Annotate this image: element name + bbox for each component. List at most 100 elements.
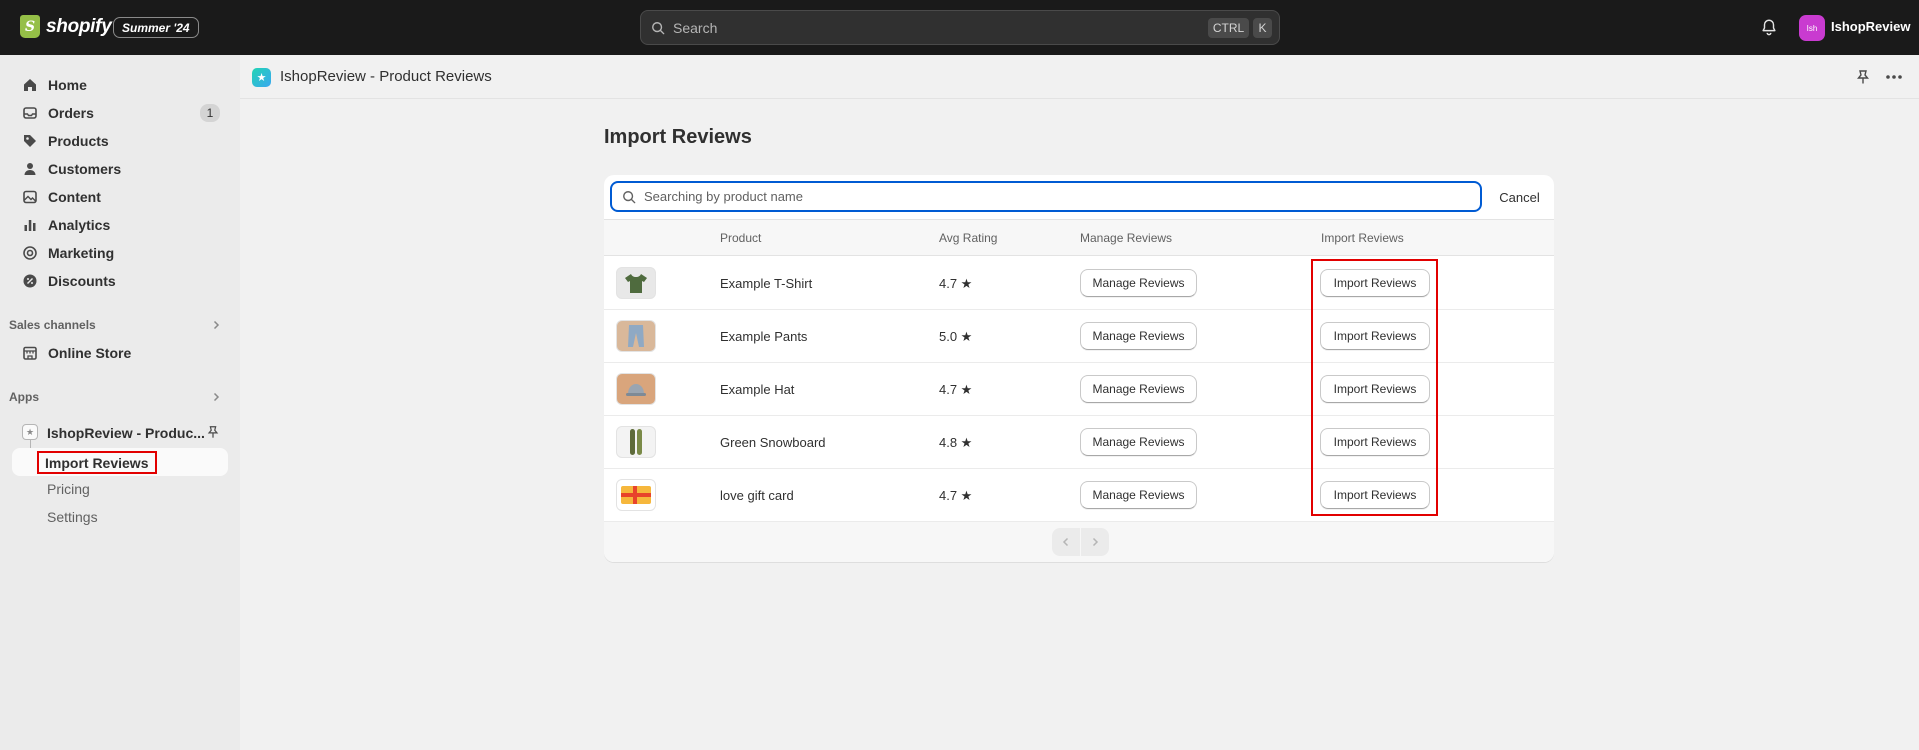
sidebar-item-label: Customers xyxy=(48,161,122,177)
import-reviews-button[interactable]: Import Reviews xyxy=(1320,322,1430,350)
app-title: IshopReview - Product Reviews xyxy=(280,68,492,85)
sidebar-item-analytics[interactable]: Analytics xyxy=(12,211,228,239)
sidebar: Home Orders 1 Products Customers Content… xyxy=(0,55,240,750)
page-title: Import Reviews xyxy=(604,126,752,148)
sidebar-item-marketing[interactable]: Marketing xyxy=(12,239,228,267)
content-icon xyxy=(20,187,40,207)
store-icon xyxy=(20,343,40,363)
avg-rating: 4.7 ★ xyxy=(939,276,973,291)
sidebar-subitem-import-reviews-label[interactable]: Import Reviews xyxy=(37,451,157,474)
sales-channels-heading[interactable]: Sales channels xyxy=(9,318,96,332)
sidebar-item-label: Marketing xyxy=(48,245,115,261)
product-name[interactable]: Example T-Shirt xyxy=(720,276,812,291)
pagination-next-button[interactable] xyxy=(1081,528,1109,556)
pin-icon[interactable] xyxy=(206,425,220,439)
chevron-right-icon[interactable] xyxy=(210,391,222,403)
manage-reviews-button[interactable]: Manage Reviews xyxy=(1080,428,1197,456)
sidebar-item-products[interactable]: Products xyxy=(12,127,228,155)
table-row: Example T-Shirt 4.7 ★ Manage Reviews Imp… xyxy=(604,257,1554,310)
product-name[interactable]: love gift card xyxy=(720,488,794,503)
pagination-prev-button[interactable] xyxy=(1052,528,1080,556)
column-header-product: Product xyxy=(720,231,762,245)
search-placeholder: Searching by product name xyxy=(644,189,803,204)
sidebar-subitem-settings[interactable]: Settings xyxy=(47,509,98,525)
more-icon[interactable] xyxy=(1884,68,1904,86)
product-name[interactable]: Green Snowboard xyxy=(720,435,826,450)
sidebar-item-customers[interactable]: Customers xyxy=(12,155,228,183)
tag-icon xyxy=(20,131,40,151)
table-row: Example Pants 5.0 ★ Manage Reviews Impor… xyxy=(604,310,1554,363)
avg-rating: 4.7 ★ xyxy=(939,382,973,397)
manage-reviews-button[interactable]: Manage Reviews xyxy=(1080,269,1197,297)
table-header: Product Avg Rating Manage Reviews Import… xyxy=(604,219,1554,256)
orders-count-badge: 1 xyxy=(200,104,220,122)
sidebar-item-ishopreview[interactable]: IshopReview - Produc... xyxy=(47,425,205,441)
store-name[interactable]: IshopReview xyxy=(1831,19,1910,34)
avg-rating: 4.7 ★ xyxy=(939,488,973,503)
import-reviews-button[interactable]: Import Reviews xyxy=(1320,375,1430,403)
shortcut-k: K xyxy=(1253,18,1272,38)
manage-reviews-button[interactable]: Manage Reviews xyxy=(1080,481,1197,509)
product-thumbnail-hat xyxy=(616,373,656,405)
sidebar-subitem-pricing[interactable]: Pricing xyxy=(47,481,90,497)
home-icon xyxy=(20,75,40,95)
column-header-avg-rating: Avg Rating xyxy=(939,231,998,245)
import-reviews-button[interactable]: Import Reviews xyxy=(1320,428,1430,456)
orders-icon xyxy=(20,103,40,123)
sidebar-item-label: Orders xyxy=(48,105,94,121)
sidebar-item-label: Content xyxy=(48,189,101,205)
product-thumbnail-giftcard xyxy=(616,479,656,511)
product-thumbnail-tshirt xyxy=(616,267,656,299)
chevron-right-icon xyxy=(1092,537,1099,547)
global-search[interactable]: Search CTRL K xyxy=(640,10,1280,45)
search-icon xyxy=(623,190,636,203)
product-thumbnail-snowboard xyxy=(616,426,656,458)
search-placeholder: Search xyxy=(673,19,718,36)
sidebar-item-label: Analytics xyxy=(48,217,111,233)
sidebar-item-content[interactable]: Content xyxy=(12,183,228,211)
shortcut-ctrl: CTRL xyxy=(1208,18,1249,38)
avg-rating: 4.8 ★ xyxy=(939,435,973,450)
table-row: love gift card 4.7 ★ Manage Reviews Impo… xyxy=(604,469,1554,522)
app-header: ★ IshopReview - Product Reviews xyxy=(240,55,1919,99)
cancel-button[interactable]: Cancel xyxy=(1492,185,1547,209)
table-row: Green Snowboard 4.8 ★ Manage Reviews Imp… xyxy=(604,416,1554,469)
avatar[interactable]: Ish xyxy=(1799,15,1825,41)
sidebar-item-orders[interactable]: Orders 1 xyxy=(12,99,228,127)
edition-badge[interactable]: Summer '24 xyxy=(113,17,199,38)
discount-icon xyxy=(20,271,40,291)
target-icon xyxy=(20,243,40,263)
apps-heading[interactable]: Apps xyxy=(9,390,39,404)
sidebar-item-label: Discounts xyxy=(48,273,116,289)
top-bar: S shopify Summer '24 Search CTRL K Ish I… xyxy=(0,0,1919,55)
bar-chart-icon xyxy=(20,215,40,235)
chevron-left-icon xyxy=(1062,537,1069,547)
column-header-manage-reviews: Manage Reviews xyxy=(1080,231,1173,245)
person-icon xyxy=(20,159,40,179)
chevron-right-icon[interactable] xyxy=(210,319,222,331)
table-row: Example Hat 4.7 ★ Manage Reviews Import … xyxy=(604,363,1554,416)
shopify-logo[interactable]: S shopify xyxy=(20,15,112,38)
sidebar-item-label: Products xyxy=(48,133,109,149)
shopify-bag-icon: S xyxy=(20,15,40,38)
product-reviews-card: Searching by product name Cancel Product… xyxy=(604,175,1554,562)
manage-reviews-button[interactable]: Manage Reviews xyxy=(1080,322,1197,350)
import-reviews-button[interactable]: Import Reviews xyxy=(1320,269,1430,297)
import-reviews-button[interactable]: Import Reviews xyxy=(1320,481,1430,509)
product-thumbnail-pants xyxy=(616,320,656,352)
sidebar-item-home[interactable]: Home xyxy=(12,71,228,99)
column-header-import-reviews: Import Reviews xyxy=(1321,231,1404,245)
sidebar-item-discounts[interactable]: Discounts xyxy=(12,267,228,295)
manage-reviews-button[interactable]: Manage Reviews xyxy=(1080,375,1197,403)
sidebar-item-online-store[interactable]: Online Store xyxy=(12,339,228,367)
avg-rating: 5.0 ★ xyxy=(939,329,973,344)
pin-icon[interactable] xyxy=(1855,69,1871,85)
product-search-input[interactable]: Searching by product name xyxy=(610,181,1482,212)
product-name[interactable]: Example Hat xyxy=(720,382,794,397)
product-name[interactable]: Example Pants xyxy=(720,329,807,344)
bell-icon[interactable] xyxy=(1760,18,1778,36)
sidebar-item-label: Online Store xyxy=(48,345,132,361)
app-star-icon: ★ xyxy=(22,424,38,440)
pagination-footer xyxy=(604,522,1554,562)
logo-text: shopify xyxy=(46,15,112,37)
